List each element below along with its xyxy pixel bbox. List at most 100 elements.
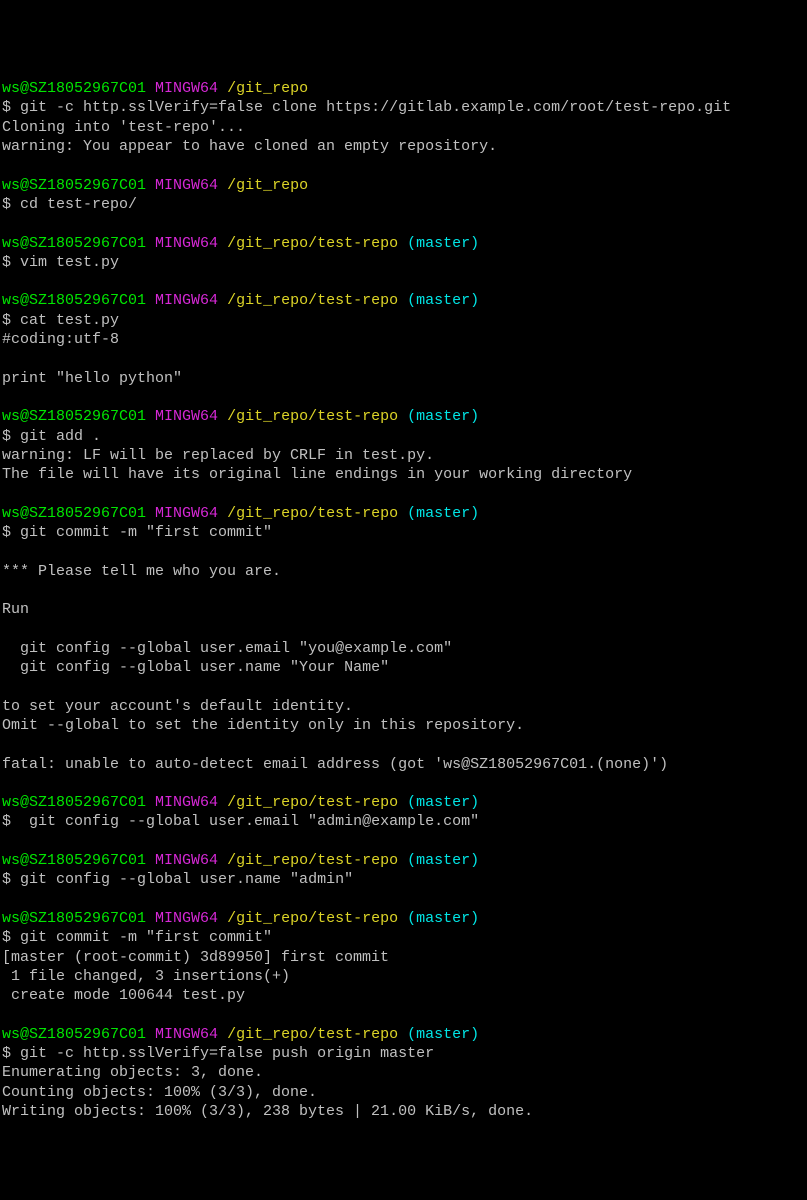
prompt-user: ws@SZ18052967C01: [2, 910, 146, 927]
prompt-branch-open: (: [398, 505, 416, 522]
cmd-config-email: git config --global user.email "admin@ex…: [29, 813, 479, 830]
prompt-space: [146, 910, 155, 927]
prompt-branch-close: ): [470, 408, 479, 425]
prompt-branch-close: ): [470, 852, 479, 869]
prompt-user: ws@SZ18052967C01: [2, 408, 146, 425]
prompt-branch: master: [416, 794, 470, 811]
cmd-vim: vim test.py: [20, 254, 119, 271]
prompt-dollar: $: [2, 428, 20, 445]
prompt-branch-close: ): [470, 794, 479, 811]
prompt-branch: master: [416, 910, 470, 927]
prompt-branch-close: ): [470, 505, 479, 522]
prompt-path: /git_repo/test-repo: [227, 910, 398, 927]
prompt-branch-open: (: [398, 292, 416, 309]
prompt-space: [146, 408, 155, 425]
prompt-dollar: $: [2, 524, 20, 541]
prompt-path: /git_repo/test-repo: [227, 235, 398, 252]
prompt-space: [218, 177, 227, 194]
output-commit-fail: *** Please tell me who you are. Run git …: [2, 563, 668, 773]
prompt-space: [218, 794, 227, 811]
prompt-host: MINGW64: [155, 408, 218, 425]
prompt-path: /git_repo/test-repo: [227, 852, 398, 869]
prompt-host: MINGW64: [155, 80, 218, 97]
prompt-dollar: $: [2, 1045, 20, 1062]
prompt-space: [218, 1026, 227, 1043]
prompt-user: ws@SZ18052967C01: [2, 177, 146, 194]
prompt-branch: master: [416, 505, 470, 522]
prompt-host: MINGW64: [155, 1026, 218, 1043]
cmd-cat: cat test.py: [20, 312, 119, 329]
prompt-branch: master: [416, 292, 470, 309]
output-add: warning: LF will be replaced by CRLF in …: [2, 447, 632, 483]
prompt-host: MINGW64: [155, 505, 218, 522]
prompt-dollar: $: [2, 99, 20, 116]
prompt-dollar: $: [2, 813, 29, 830]
output-clone: Cloning into 'test-repo'... warning: You…: [2, 119, 497, 155]
prompt-path: /git_repo/test-repo: [227, 1026, 398, 1043]
prompt-space: [146, 177, 155, 194]
prompt-branch-open: (: [398, 852, 416, 869]
prompt-host: MINGW64: [155, 794, 218, 811]
prompt-branch: master: [416, 1026, 470, 1043]
prompt-path: /git_repo/test-repo: [227, 505, 398, 522]
prompt-branch-close: ): [470, 292, 479, 309]
prompt-path: /git_repo: [227, 177, 308, 194]
prompt-space: [146, 505, 155, 522]
prompt-space: [146, 852, 155, 869]
cmd-git-push: git -c http.sslVerify=false push origin …: [20, 1045, 434, 1062]
cmd-git-add: git add .: [20, 428, 101, 445]
terminal-output[interactable]: ws@SZ18052967C01 MINGW64 /git_repo $ git…: [2, 80, 731, 1120]
prompt-host: MINGW64: [155, 177, 218, 194]
prompt-path: /git_repo/test-repo: [227, 292, 398, 309]
prompt-branch-open: (: [398, 910, 416, 927]
output-push: Enumerating objects: 3, done. Counting o…: [2, 1064, 533, 1120]
prompt-space: [218, 910, 227, 927]
prompt-branch-close: ): [470, 910, 479, 927]
cmd-git-clone: git -c http.sslVerify=false clone https:…: [20, 99, 731, 116]
prompt-user: ws@SZ18052967C01: [2, 794, 146, 811]
prompt-space: [218, 80, 227, 97]
prompt-user: ws@SZ18052967C01: [2, 292, 146, 309]
prompt-user: ws@SZ18052967C01: [2, 1026, 146, 1043]
prompt-space: [218, 235, 227, 252]
prompt-branch: master: [416, 235, 470, 252]
prompt-user: ws@SZ18052967C01: [2, 852, 146, 869]
prompt-user: ws@SZ18052967C01: [2, 80, 146, 97]
prompt-host: MINGW64: [155, 292, 218, 309]
prompt-branch-close: ): [470, 1026, 479, 1043]
prompt-branch-open: (: [398, 1026, 416, 1043]
prompt-path: /git_repo: [227, 80, 308, 97]
cmd-git-commit: git commit -m "first commit": [20, 929, 272, 946]
prompt-space: [146, 292, 155, 309]
prompt-branch-close: ): [470, 235, 479, 252]
prompt-space: [146, 794, 155, 811]
prompt-space: [218, 505, 227, 522]
prompt-user: ws@SZ18052967C01: [2, 235, 146, 252]
prompt-space: [146, 80, 155, 97]
output-cat: #coding:utf-8 print "hello python": [2, 331, 182, 387]
prompt-dollar: $: [2, 312, 20, 329]
prompt-dollar: $: [2, 929, 20, 946]
cmd-git-commit-fail: git commit -m "first commit": [20, 524, 272, 541]
prompt-branch-open: (: [398, 408, 416, 425]
prompt-space: [146, 1026, 155, 1043]
prompt-path: /git_repo/test-repo: [227, 408, 398, 425]
prompt-host: MINGW64: [155, 910, 218, 927]
prompt-branch-open: (: [398, 235, 416, 252]
prompt-branch: master: [416, 852, 470, 869]
prompt-host: MINGW64: [155, 852, 218, 869]
prompt-dollar: $: [2, 254, 20, 271]
prompt-space: [146, 235, 155, 252]
prompt-dollar: $: [2, 196, 20, 213]
prompt-space: [218, 292, 227, 309]
prompt-space: [218, 852, 227, 869]
cmd-config-name: git config --global user.name "admin": [20, 871, 353, 888]
cmd-cd: cd test-repo/: [20, 196, 137, 213]
output-commit: [master (root-commit) 3d89950] first com…: [2, 949, 389, 1005]
prompt-path: /git_repo/test-repo: [227, 794, 398, 811]
prompt-branch: master: [416, 408, 470, 425]
prompt-user: ws@SZ18052967C01: [2, 505, 146, 522]
prompt-host: MINGW64: [155, 235, 218, 252]
prompt-space: [218, 408, 227, 425]
prompt-branch-open: (: [398, 794, 416, 811]
